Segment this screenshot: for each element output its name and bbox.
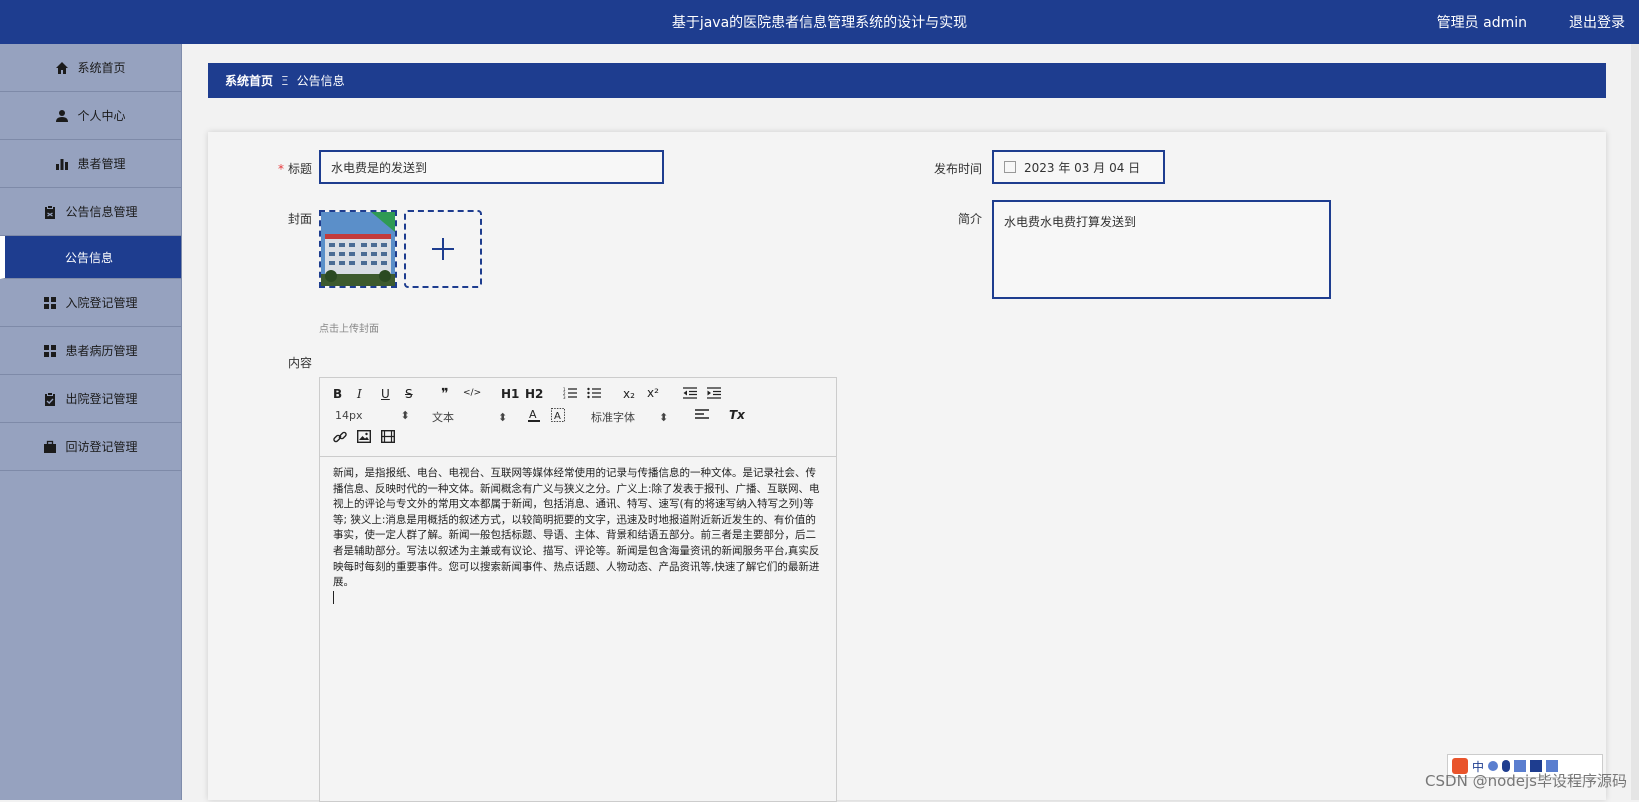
- font-size-select[interactable]: 14px ⬍: [335, 409, 410, 422]
- select-arrows-icon: ⬍: [400, 409, 410, 422]
- intro-label: 简介: [958, 212, 983, 226]
- sidebar-item-medical-records[interactable]: 患者病历管理: [0, 327, 181, 375]
- clipboard-icon: [45, 204, 56, 219]
- code-block-button[interactable]: </>: [463, 388, 481, 398]
- page-scrollbar[interactable]: [1631, 44, 1639, 800]
- current-user: 管理员 admin: [1436, 15, 1527, 31]
- add-cover-button[interactable]: [404, 210, 482, 288]
- sidebar-item-home[interactable]: 系统首页: [0, 44, 181, 92]
- text-color-icon[interactable]: A: [527, 408, 541, 425]
- logout-link[interactable]: 退出登录: [1569, 12, 1625, 32]
- quote-button[interactable]: ❞: [441, 386, 449, 402]
- image-icon[interactable]: [356, 429, 372, 446]
- sidebar-item-followup[interactable]: 回访登记管理: [0, 423, 181, 471]
- text-cursor: [333, 590, 334, 604]
- bullet-list-icon[interactable]: [587, 387, 601, 402]
- heading2-button[interactable]: H2: [525, 387, 543, 401]
- required-marker: *: [278, 162, 284, 176]
- plus-icon: [432, 238, 454, 260]
- subscript-button[interactable]: x₂: [623, 387, 635, 401]
- svg-text:A: A: [529, 408, 537, 421]
- heading1-button[interactable]: H1: [501, 387, 519, 401]
- sidebar-item-patients[interactable]: 患者管理: [0, 140, 181, 188]
- publish-time-value: 2023 年 03 月 04 日: [1024, 160, 1141, 175]
- cover-label: 封面: [288, 212, 313, 226]
- calendar-icon: [1004, 161, 1016, 173]
- font-family-select[interactable]: 标准字体 ⬍: [591, 409, 668, 425]
- svg-text:A: A: [554, 411, 561, 422]
- sidebar-item-label: 公告信息: [64, 250, 113, 265]
- sidebar-item-notice-info[interactable]: 公告信息: [0, 236, 181, 279]
- sidebar-item-label: 患者病历管理: [65, 344, 138, 358]
- cover-image-thumbnail[interactable]: [319, 210, 397, 288]
- user-icon: [56, 109, 69, 122]
- link-icon[interactable]: [333, 430, 347, 447]
- briefcase-icon: [44, 440, 57, 453]
- title-label: * 标题: [278, 162, 313, 176]
- notice-form-card: * 标题 水电费是的发送到 发布时间 2023 年 03 月 04 日 封面 点…: [208, 132, 1606, 802]
- intro-value: 水电费水电费打算发送到: [1004, 215, 1137, 229]
- editor-content-text: 新闻，是指报纸、电台、电视台、互联网等媒体经常使用的记录与传播信息的一种文体。是…: [333, 467, 820, 589]
- hospital-image: [321, 212, 395, 286]
- select-arrows-icon: ⬍: [659, 411, 669, 424]
- font-size-value: 14px: [335, 409, 363, 422]
- watermark: CSDN @nodejs毕设程序源码: [1425, 772, 1627, 790]
- strikethrough-button[interactable]: S: [405, 387, 413, 401]
- home-icon: [56, 61, 69, 74]
- breadcrumb-current: 公告信息: [296, 74, 345, 88]
- italic-button[interactable]: I: [357, 387, 362, 401]
- video-icon[interactable]: [380, 429, 396, 446]
- sidebar-item-label: 入院登记管理: [65, 296, 138, 310]
- content-label: 内容: [288, 356, 313, 370]
- clear-format-button[interactable]: Tx: [729, 408, 745, 422]
- clipboard-check-icon: [45, 391, 56, 406]
- sidebar-item-label: 个人中心: [77, 109, 126, 123]
- text-type-value: 文本: [432, 411, 454, 424]
- sidebar-item-label: 回访登记管理: [65, 440, 138, 454]
- rich-text-editor: B I U S ❞ </> H1 H2 123 x₂ x² 14px ⬍ 文本 …: [319, 377, 837, 802]
- intro-textarea[interactable]: 水电费水电费打算发送到: [992, 200, 1331, 299]
- app-title: 基于java的医院患者信息管理系统的设计与实现: [671, 15, 968, 31]
- sidebar-item-label: 系统首页: [77, 61, 126, 75]
- align-icon[interactable]: [695, 409, 709, 424]
- grid-icon: [44, 296, 57, 309]
- cover-upload-hint: 点击上传封面: [319, 324, 379, 335]
- bold-button[interactable]: B: [333, 387, 342, 401]
- grid-icon: [44, 344, 57, 357]
- breadcrumb-separator: Ξ: [281, 73, 289, 88]
- breadcrumb-home[interactable]: 系统首页: [225, 72, 273, 89]
- sidebar-item-profile[interactable]: 个人中心: [0, 92, 181, 140]
- sidebar-item-label: 患者管理: [77, 157, 126, 171]
- outdent-icon[interactable]: [683, 387, 697, 402]
- select-arrows-icon: ⬍: [498, 411, 508, 424]
- editor-toolbar: B I U S ❞ </> H1 H2 123 x₂ x² 14px ⬍ 文本 …: [320, 378, 836, 457]
- svg-text:3: 3: [563, 395, 566, 399]
- publish-time-label: 发布时间: [934, 162, 983, 176]
- publish-time-picker[interactable]: 2023 年 03 月 04 日: [992, 150, 1165, 184]
- background-color-icon[interactable]: A: [551, 408, 565, 425]
- breadcrumb: 系统首页 Ξ 公告信息: [208, 63, 1606, 98]
- sidebar-item-notice-management[interactable]: 公告信息管理: [0, 188, 181, 236]
- underline-button[interactable]: U: [381, 387, 390, 401]
- sidebar-item-label: 出院登记管理: [65, 392, 138, 406]
- font-family-value: 标准字体: [591, 411, 635, 424]
- sidebar-item-label: 公告信息管理: [65, 205, 138, 219]
- editor-content-area[interactable]: 新闻，是指报纸、电台、电视台、互联网等媒体经常使用的记录与传播信息的一种文体。是…: [320, 457, 836, 618]
- sidebar-item-discharge[interactable]: 出院登记管理: [0, 375, 181, 423]
- bar-chart-icon: [56, 158, 69, 170]
- text-type-select[interactable]: 文本 ⬍: [432, 409, 507, 425]
- ordered-list-icon[interactable]: 123: [563, 387, 577, 402]
- sidebar-item-admission[interactable]: 入院登记管理: [0, 279, 181, 327]
- top-header: 基于java的医院患者信息管理系统的设计与实现 管理员 admin 退出登录: [0, 0, 1639, 44]
- indent-icon[interactable]: [707, 387, 721, 402]
- title-input[interactable]: 水电费是的发送到: [319, 150, 664, 184]
- superscript-button[interactable]: x²: [647, 386, 659, 400]
- sidebar: 系统首页 个人中心 患者管理 公告信息管理 公告信息 入院登记管理 患者病历管理…: [0, 44, 182, 800]
- title-input-value: 水电费是的发送到: [331, 160, 428, 175]
